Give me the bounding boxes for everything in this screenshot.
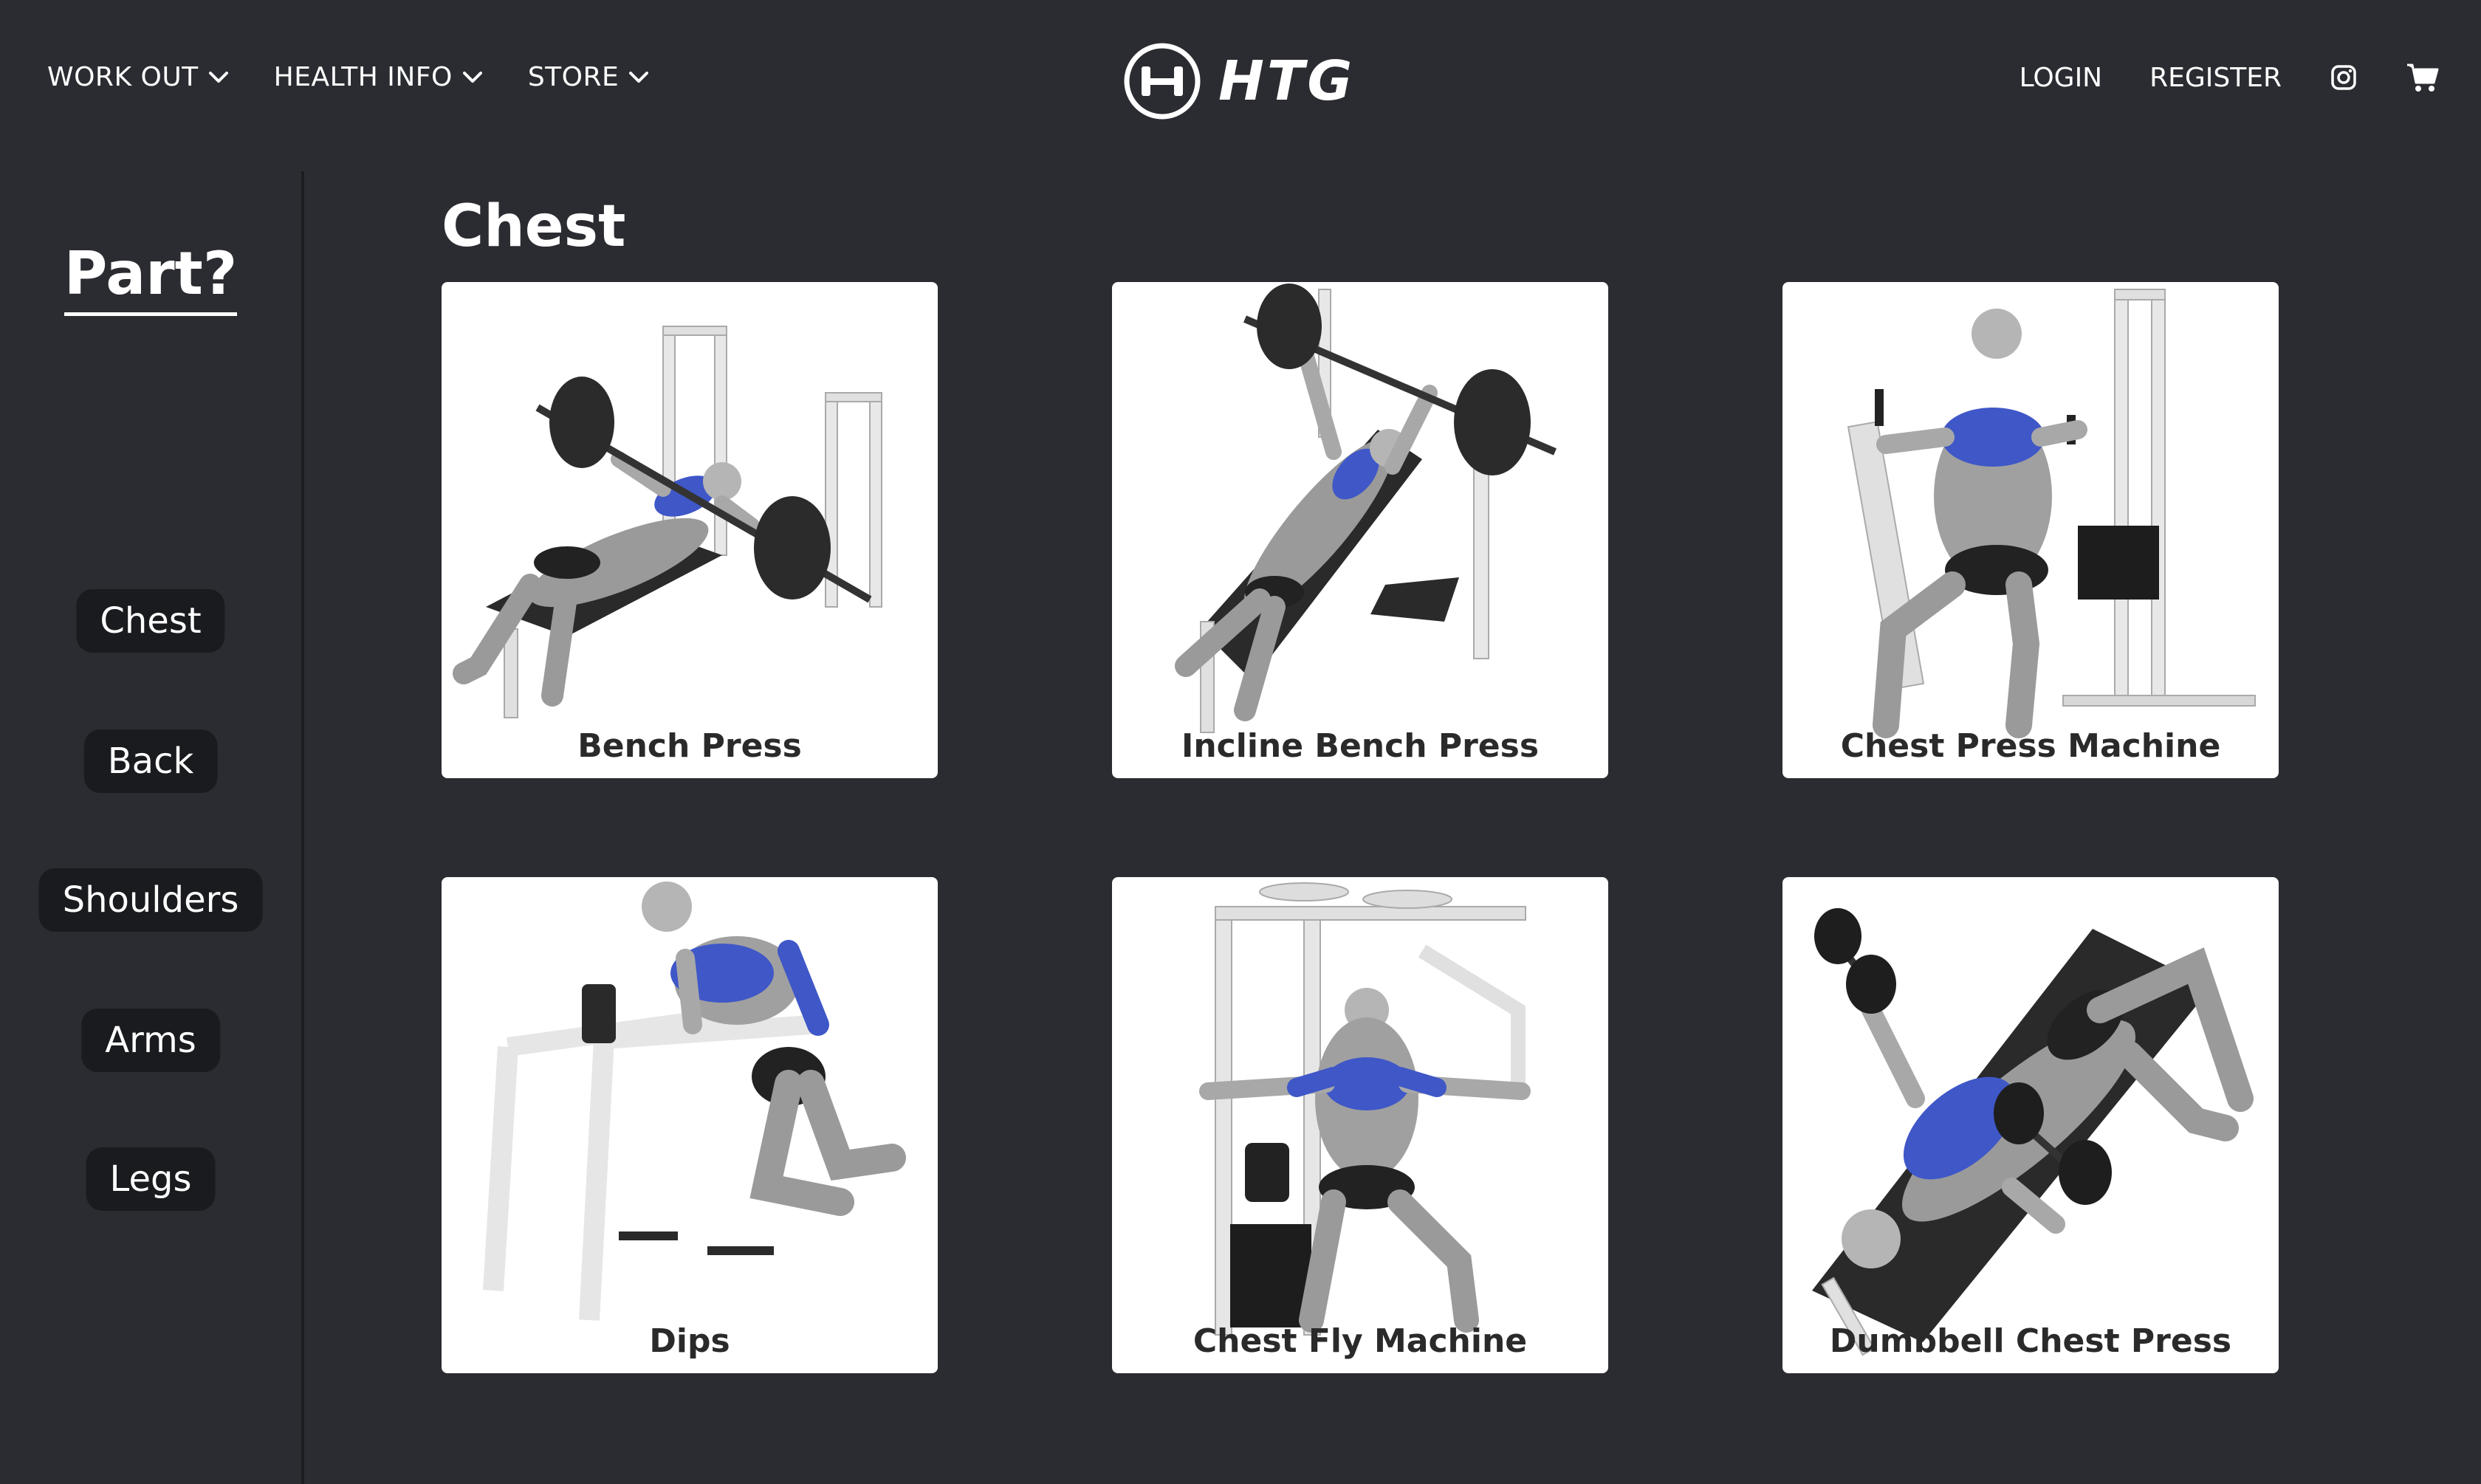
logo-text: HTG	[1218, 49, 1356, 113]
exercise-card-title: Chest Fly Machine	[1193, 1322, 1528, 1360]
bench-press-illustration	[453, 326, 882, 718]
exercise-card-chest-press-machine[interactable]: Chest Press Machine	[1782, 282, 2279, 778]
part-legs-button[interactable]: Legs	[86, 1147, 216, 1211]
dumbbell-chest-press-illustration	[1812, 908, 2254, 1356]
chevron-down-icon	[462, 71, 482, 83]
site-header: WORK OUT HEALTH INFO STORE HTG LOGIN REG…	[0, 0, 2481, 159]
exercise-card-title: Chest Press Machine	[1840, 727, 2221, 765]
body-part-sidebar: Part? Chest Back Shoulders Arms Legs	[0, 171, 304, 1484]
nav-store[interactable]: STORE	[528, 62, 650, 92]
register-link[interactable]: REGISTER	[2149, 63, 2282, 93]
login-link[interactable]: LOGIN	[2020, 63, 2103, 93]
exercise-card-bench-press[interactable]: Bench Press	[442, 282, 938, 778]
exercise-card-dips[interactable]: Dips	[442, 877, 938, 1373]
nav-health-info-label: HEALTH INFO	[273, 62, 453, 92]
part-chest-button[interactable]: Chest	[76, 589, 225, 653]
account-nav: LOGIN REGISTER	[1972, 62, 2440, 93]
nav-store-label: STORE	[527, 62, 620, 92]
part-arms-button[interactable]: Arms	[81, 1009, 220, 1072]
exercise-card-title: Incline Bench Press	[1181, 727, 1540, 765]
section-title: Chest	[442, 193, 626, 260]
sidebar-title: Part?	[0, 239, 301, 316]
part-shoulders-button[interactable]: Shoulders	[38, 868, 263, 932]
dips-illustration	[483, 882, 906, 1321]
exercise-card-chest-fly-machine[interactable]: Chest Fly Machine	[1112, 877, 1608, 1373]
chevron-down-icon	[208, 71, 228, 83]
instagram-icon[interactable]	[2329, 63, 2358, 92]
exercise-card-title: Dips	[649, 1322, 730, 1360]
main-nav: WORK OUT HEALTH INFO STORE	[47, 62, 694, 92]
exercise-card-title: Dumbbell Chest Press	[1829, 1322, 2232, 1360]
chest-fly-machine-illustration	[1199, 882, 1531, 1336]
dumbbell-logo-icon	[1124, 43, 1201, 120]
nav-health-info[interactable]: HEALTH INFO	[274, 62, 484, 92]
exercise-card-title: Bench Press	[577, 727, 802, 765]
exercise-card-incline-bench-press[interactable]: Incline Bench Press	[1112, 282, 1608, 778]
sidebar-title-text: Part?	[64, 239, 238, 316]
chevron-down-icon	[629, 71, 649, 83]
nav-workout-label: WORK OUT	[47, 62, 199, 92]
incline-bench-press-illustration	[1175, 284, 1557, 733]
part-back-button[interactable]: Back	[83, 729, 218, 793]
exercise-card-dumbbell-chest-press[interactable]: Dumbbell Chest Press	[1782, 877, 2279, 1373]
nav-workout[interactable]: WORK OUT	[47, 62, 230, 92]
chest-press-machine-illustration	[1847, 289, 2256, 738]
site-logo[interactable]: HTG	[1122, 41, 1355, 121]
cart-icon[interactable]	[2406, 62, 2440, 93]
